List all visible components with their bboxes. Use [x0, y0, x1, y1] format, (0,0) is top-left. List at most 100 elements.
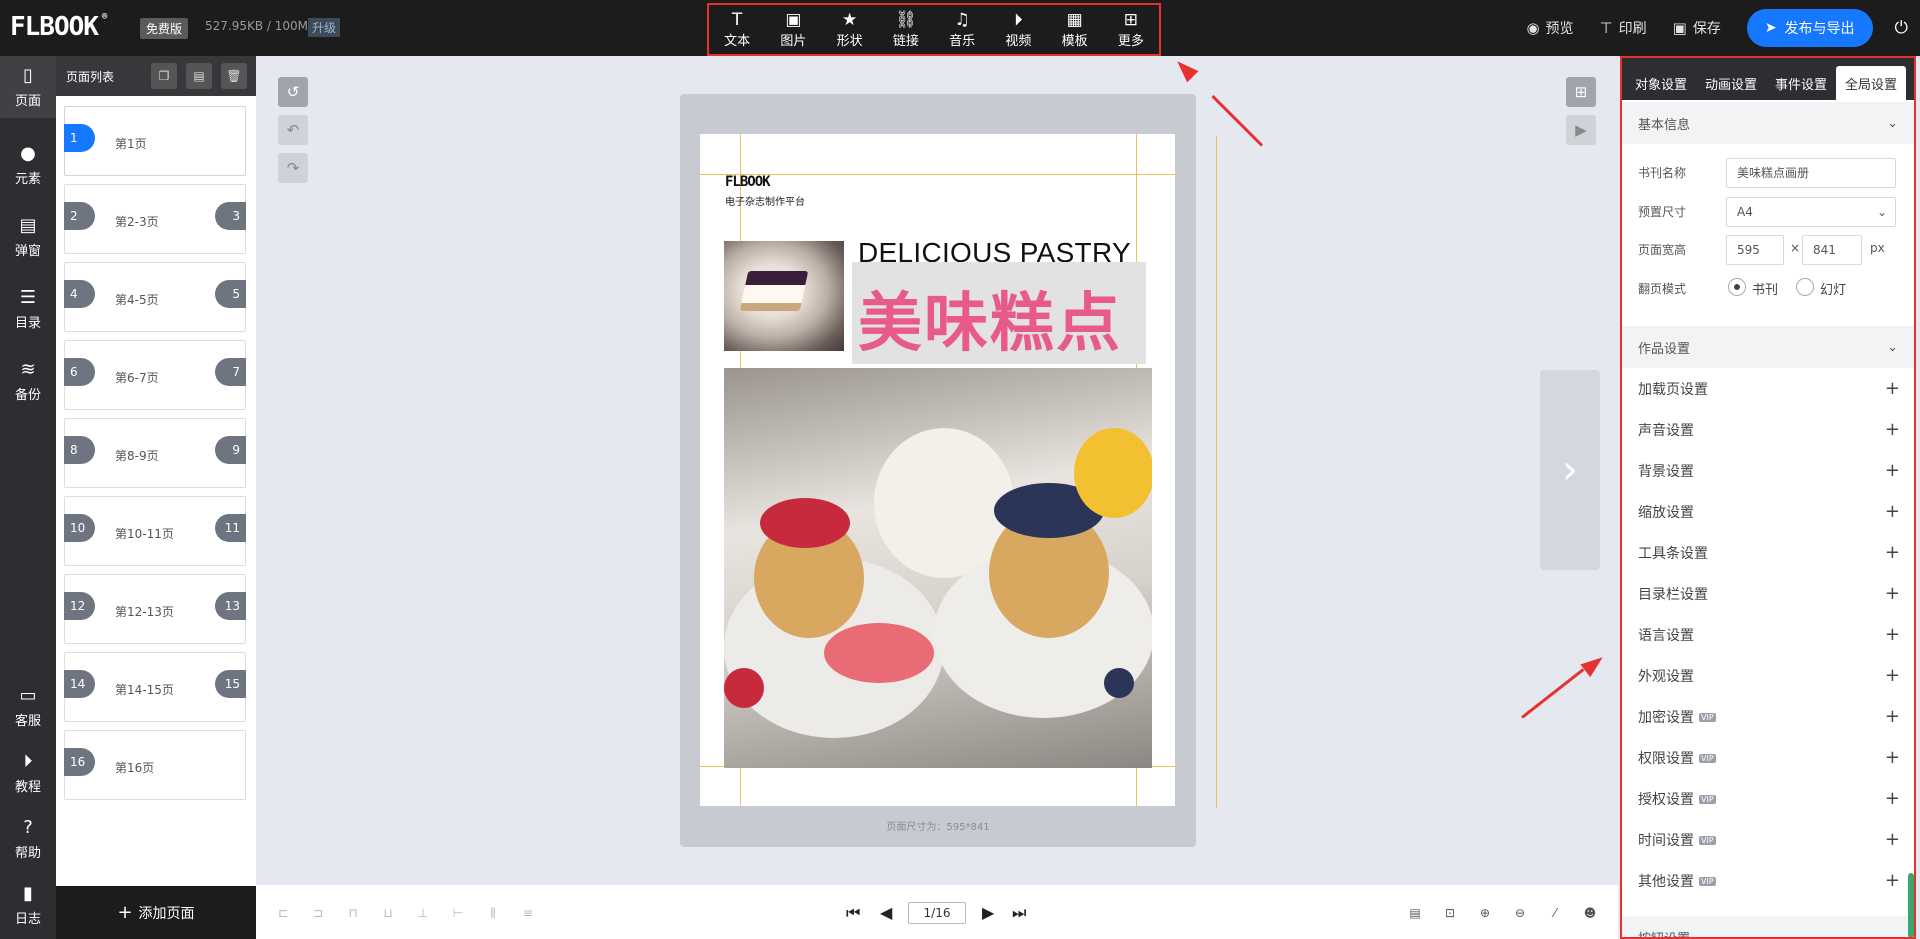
zoom-in-icon[interactable]: ⊕ [1476, 905, 1494, 921]
page-canvas[interactable]: FLBOOK 电子杂志制作平台 DELICIOUS PASTRY 美味糕点 [700, 134, 1175, 806]
cake-photo[interactable] [724, 241, 844, 351]
work-settings-header[interactable]: 作品设置 ⌄ [1622, 326, 1914, 368]
page-number: 8 [64, 436, 95, 464]
brand-subtitle[interactable]: 电子杂志制作平台 [725, 193, 805, 208]
radio-book-mode[interactable] [1728, 278, 1746, 296]
fit-icon[interactable]: ⊡ [1441, 905, 1459, 921]
upgrade-link[interactable]: 升级 [308, 18, 341, 37]
tab-global-settings[interactable]: 全局设置 [1836, 66, 1906, 100]
nav-toc[interactable]: ☰ 目录 [0, 288, 56, 332]
bottom-toolbar: ⊏ ⊐ ⊓ ⊔ ⊥ ⊢ ⫼ ≡ ⏮ ◀ 1/16 ▶ ⏭ ▤ ⊡ ⊕ ⊖ ⁄ ☻ [256, 885, 1618, 939]
nav-tutorial[interactable]: ⏵ 教程 [0, 752, 56, 796]
tool-template[interactable]: ▦ 模板 [1050, 10, 1100, 49]
nav-support[interactable]: ▭ 客服 [0, 686, 56, 730]
button-settings-header[interactable]: 按钮设置 ⌄ [1622, 916, 1914, 937]
preset-size-select[interactable]: A4 ⌄ [1726, 197, 1896, 227]
notes-icon[interactable]: ▤ [1406, 905, 1424, 921]
delete-page-icon[interactable]: 🗑 [221, 63, 247, 89]
radio-slide-mode[interactable] [1796, 278, 1814, 296]
publish-button[interactable]: ➤ 发布与导出 [1746, 9, 1873, 47]
pancakes-photo[interactable] [724, 368, 1152, 768]
preview-button[interactable]: ◉ 预览 [1526, 18, 1573, 38]
redo-icon[interactable]: ↷ [278, 153, 308, 183]
copy-page-icon[interactable]: ❐ [151, 63, 177, 89]
align-middle-icon[interactable]: ⊢ [449, 905, 467, 921]
distribute-h-icon[interactable]: ⫼ [484, 905, 502, 921]
book-name-input[interactable]: 美味糕点画册 [1726, 158, 1896, 188]
page-height-input[interactable]: 841 [1802, 235, 1862, 265]
nav-popups[interactable]: ▤ 弹窗 [0, 216, 56, 260]
page-indicator[interactable]: 1/16 [908, 902, 966, 924]
tool-music[interactable]: ♫ 音乐 [937, 10, 987, 49]
first-page-icon[interactable]: ⏮ [846, 903, 860, 923]
setting-sound[interactable]: 声音设置 + [1622, 409, 1914, 450]
page-thumb-12-13[interactable]: 12 第12-13页 13 [64, 574, 246, 644]
tab-animation-settings[interactable]: 动画设置 [1696, 66, 1766, 100]
nav-pages[interactable]: ▯ 页面 [0, 56, 56, 118]
zoom-out-icon[interactable]: ⊖ [1511, 905, 1529, 921]
page-thumb-14-15[interactable]: 14 第14-15页 15 [64, 652, 246, 722]
page-thumb-2-3[interactable]: 2 第2-3页 3 [64, 184, 246, 254]
add-page-button[interactable]: + 添加页面 [56, 886, 256, 939]
play-icon[interactable]: ▶ [1566, 115, 1596, 145]
align-center-icon[interactable]: ⊥ [414, 905, 432, 921]
setting-background[interactable]: 背景设置 + [1622, 450, 1914, 491]
last-page-icon[interactable]: ⏭ [1012, 903, 1026, 923]
page-thumb-1[interactable]: 1 第1页 [64, 106, 246, 176]
setting-permission[interactable]: 权限设置 VIP + [1622, 737, 1914, 778]
setting-toc-bar[interactable]: 目录栏设置 + [1622, 573, 1914, 614]
page-thumb-8-9[interactable]: 8 第8-9页 9 [64, 418, 246, 488]
tool-more[interactable]: ⊞ 更多 [1106, 10, 1156, 49]
history-icon[interactable]: ↺ [278, 77, 308, 107]
setting-authorization[interactable]: 授权设置 VIP + [1622, 778, 1914, 819]
duplicate-page-icon[interactable]: ▤ [186, 63, 212, 89]
brand-logo[interactable]: FLBOOK [725, 174, 771, 190]
setting-time[interactable]: 时间设置 VIP + [1622, 819, 1914, 860]
save-button[interactable]: ▣ 保存 [1673, 18, 1721, 38]
tab-object-settings[interactable]: 对象设置 [1626, 66, 1696, 100]
tool-image[interactable]: ▣ 图片 [768, 10, 818, 49]
page-thumb-10-11[interactable]: 10 第10-11页 11 [64, 496, 246, 566]
next-page-arrow[interactable]: › [1540, 370, 1600, 570]
page-width-input[interactable]: 595 [1726, 235, 1784, 265]
setting-other[interactable]: 其他设置 VIP + [1622, 860, 1914, 901]
align-top-icon[interactable]: ⊓ [344, 905, 362, 921]
align-left-icon[interactable]: ⊏ [274, 905, 292, 921]
tool-video[interactable]: ⏵ 视频 [993, 10, 1043, 49]
nav-backup[interactable]: ≋ 备份 [0, 360, 56, 404]
tool-text[interactable]: T 文本 [712, 10, 762, 49]
basic-info-header[interactable]: 基本信息 ⌄ [1622, 102, 1914, 144]
setting-toolbar[interactable]: 工具条设置 + [1622, 532, 1914, 573]
tool-shape[interactable]: ★ 形状 [825, 10, 875, 49]
title-chinese[interactable]: 美味糕点 [858, 272, 1122, 364]
align-bottom-icon[interactable]: ⊔ [379, 905, 397, 921]
logo[interactable]: FLBOOK ® [10, 12, 107, 42]
power-icon[interactable]: ⏻ [1895, 18, 1908, 38]
setting-encryption[interactable]: 加密设置 VIP + [1622, 696, 1914, 737]
nav-log[interactable]: ▮ 日志 [0, 884, 56, 928]
page-thumb-16[interactable]: 16 第16页 [64, 730, 246, 800]
help-icon: ? [23, 817, 33, 838]
setting-language[interactable]: 语言设置 + [1622, 614, 1914, 655]
setting-loading[interactable]: 加载页设置 + [1622, 368, 1914, 409]
page-thumb-6-7[interactable]: 6 第6-7页 7 [64, 340, 246, 410]
page-label: 第6-7页 [115, 371, 159, 385]
scrollbar[interactable] [1908, 873, 1914, 937]
add-layer-icon[interactable]: ⊞ [1566, 77, 1596, 107]
face-icon[interactable]: ☻ [1581, 905, 1599, 921]
next-page-icon[interactable]: ▶ [982, 903, 994, 922]
print-button[interactable]: ⊤ 印刷 [1600, 18, 1647, 38]
ruler-icon[interactable]: ⁄ [1546, 905, 1564, 921]
nav-help[interactable]: ? 帮助 [0, 817, 56, 862]
nav-elements[interactable]: ● 元素 [0, 144, 56, 188]
setting-zoom[interactable]: 缩放设置 + [1622, 491, 1914, 532]
prev-page-icon[interactable]: ◀ [880, 903, 892, 922]
tool-link[interactable]: ⛓ 链接 [881, 10, 931, 49]
plus-icon: + [1884, 870, 1900, 891]
setting-appearance[interactable]: 外观设置 + [1622, 655, 1914, 696]
page-thumb-4-5[interactable]: 4 第4-5页 5 [64, 262, 246, 332]
align-right-icon[interactable]: ⊐ [309, 905, 327, 921]
undo-icon[interactable]: ↶ [278, 115, 308, 145]
distribute-v-icon[interactable]: ≡ [519, 905, 537, 921]
tab-event-settings[interactable]: 事件设置 [1766, 66, 1836, 100]
